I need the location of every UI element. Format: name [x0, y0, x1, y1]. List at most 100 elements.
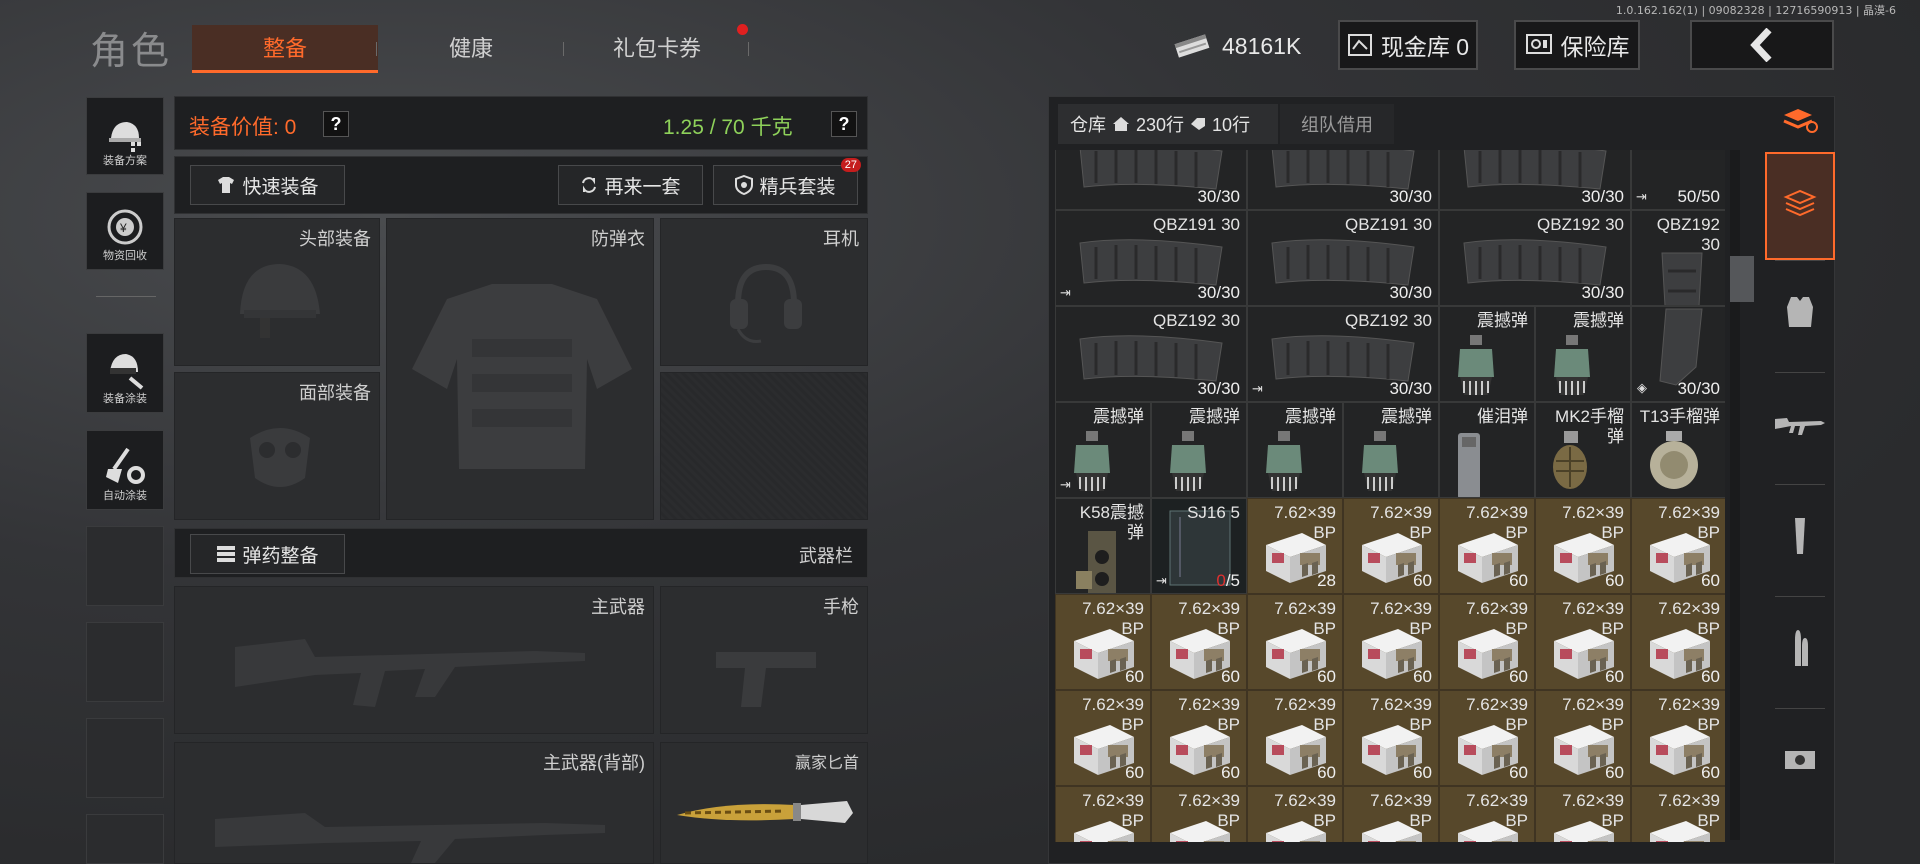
rifle-back-icon	[215, 813, 605, 863]
inventory-item[interactable]: 催泪弹	[1439, 402, 1535, 498]
item-count: 60	[1125, 667, 1144, 686]
inventory-item[interactable]: 7.62×39 BP 60	[1151, 594, 1247, 690]
inventory-item[interactable]: T13手榴弹	[1631, 402, 1725, 498]
safe-box-button[interactable]: 保险库	[1514, 20, 1640, 70]
inventory-item[interactable]: 7.62×39 BP 60	[1247, 690, 1343, 786]
category-tab-stack[interactable]	[1765, 152, 1835, 260]
inventory-item[interactable]: QBZ192 30 30/30	[1439, 210, 1631, 306]
value-help-button[interactable]: ?	[323, 111, 349, 137]
again-set-button[interactable]: 再来一套	[558, 165, 703, 205]
inventory-item[interactable]: 30/30	[1055, 150, 1247, 210]
tab-team-borrow[interactable]: 组队借用	[1280, 104, 1394, 144]
inventory-item[interactable]: 震撼弹	[1439, 306, 1535, 402]
category-tab-sight[interactable]	[1765, 710, 1835, 818]
quick-equip-button[interactable]: 快速装备	[190, 165, 345, 205]
inventory-item[interactable]: 7.62×39 BP 60	[1055, 690, 1151, 786]
melee-slot[interactable]: 赢家匕首	[660, 742, 868, 864]
inventory-item[interactable]: QBZ192 30 30/30 ⇥	[1247, 306, 1439, 402]
inventory-item[interactable]: 7.62×39 BP 60	[1055, 594, 1151, 690]
item-name: 震撼弹	[1573, 311, 1624, 330]
inventory-item[interactable]: 7.62×39 BP 60	[1247, 594, 1343, 690]
nav-empty-slot	[86, 718, 164, 798]
inventory-item[interactable]: 7.62×39 BP	[1055, 786, 1151, 842]
inventory-item[interactable]: 7.62×39 BP 60	[1535, 594, 1631, 690]
inventory-item[interactable]: 震撼弹	[1343, 402, 1439, 498]
inventory-item[interactable]: 7.62×39 BP 60	[1631, 594, 1725, 690]
inventory-item[interactable]: 7.62×39 BP 60	[1535, 690, 1631, 786]
scrollbar-track[interactable]	[1730, 150, 1740, 840]
primary-weapon-slot[interactable]: 主武器	[174, 586, 654, 734]
item-name: SJ16 5	[1187, 503, 1240, 522]
inventory-item[interactable]: 7.62×39 BP 60	[1439, 594, 1535, 690]
grenade-icon	[1550, 335, 1594, 401]
nav-equip-paint-label: 装备涂装	[103, 393, 147, 405]
inventory-item[interactable]: 7.62×39 BP 60	[1439, 690, 1535, 786]
nav-loadout-plan[interactable]: 装备方案	[86, 97, 164, 175]
inventory-item[interactable]: SJ16 5 0/5 ⇥	[1151, 498, 1247, 594]
nav-recycle[interactable]: ¥ 物资回收	[86, 192, 164, 270]
inventory-item[interactable]: 7.62×39 BP 60	[1439, 498, 1535, 594]
inventory-item[interactable]: 7.62×39 BP 60	[1631, 498, 1725, 594]
extract-icon: ⇥	[1636, 189, 1647, 204]
inventory-item[interactable]: 7.62×39 BP	[1151, 786, 1247, 842]
inventory-item[interactable]: 7.62×39 BP 60	[1535, 498, 1631, 594]
headset-slot[interactable]: 耳机	[660, 218, 868, 366]
rifle-icon	[235, 639, 585, 707]
primary-back-slot[interactable]: 主武器(背部)	[174, 742, 654, 864]
tab-equip[interactable]: 整备	[192, 25, 378, 73]
inventory-item[interactable]: 7.62×39 BP 60	[1631, 690, 1725, 786]
inventory-item[interactable]: 7.62×39 BP 60	[1343, 690, 1439, 786]
tab-health[interactable]: 健康	[378, 25, 564, 73]
inventory-item[interactable]: 7.62×39 BP 28	[1247, 498, 1343, 594]
inventory-item[interactable]: 震撼弹	[1535, 306, 1631, 402]
nav-equip-paint[interactable]: 装备涂装	[86, 333, 164, 413]
elite-set-button[interactable]: 精兵套装 27	[713, 158, 861, 205]
head-slot-label: 头部装备	[299, 229, 371, 249]
inventory-item[interactable]: 7.62×39 BP	[1535, 786, 1631, 842]
grenade-icon	[1358, 431, 1402, 497]
inventory-item[interactable]: 震撼弹	[1151, 402, 1247, 498]
armor-slot[interactable]: 防弹衣	[386, 218, 654, 520]
category-tab-magazine[interactable]	[1765, 486, 1835, 594]
inventory-item[interactable]: 7.62×39 BP 60	[1343, 498, 1439, 594]
inventory-item[interactable]: 7.62×39 BP	[1343, 786, 1439, 842]
magazine-icon	[1792, 517, 1808, 563]
locked-slot	[660, 372, 868, 520]
inventory-item[interactable]: 震撼弹 ⇥	[1055, 402, 1151, 498]
back-button[interactable]	[1690, 20, 1834, 70]
nav-auto-paint[interactable]: 自动涂装	[86, 430, 164, 510]
weight-help-button[interactable]: ?	[831, 111, 857, 137]
inventory-item[interactable]: 30/30	[1247, 150, 1439, 210]
inventory-item[interactable]: QBZ191 30 30/30	[1247, 210, 1439, 306]
inventory-item[interactable]: 50/50 ⇥	[1631, 150, 1725, 210]
category-tab-rifle[interactable]	[1765, 374, 1835, 482]
inventory-item[interactable]: QBZ192 30 30/30	[1055, 306, 1247, 402]
category-tab-bullet[interactable]	[1765, 598, 1835, 706]
category-tab-vest[interactable]	[1765, 262, 1835, 370]
inventory-item[interactable]: 7.62×39 BP 60	[1151, 690, 1247, 786]
ammo-prep-button[interactable]: 弹药整备	[190, 534, 345, 574]
inventory-item[interactable]: 7.62×39 BP	[1631, 786, 1725, 842]
inventory-item[interactable]: K58震撼 弹	[1055, 498, 1151, 594]
head-slot[interactable]: 头部装备	[174, 218, 380, 366]
inventory-item[interactable]: MK2手榴 弹	[1535, 402, 1631, 498]
inventory-item[interactable]: QBZ191 30 30/30 ⇥	[1055, 210, 1247, 306]
safe-box-label: 保险库	[1560, 34, 1630, 60]
face-slot[interactable]: 面部装备	[174, 372, 380, 520]
cash-vault-button[interactable]: 现金库 0	[1338, 20, 1478, 70]
tab-storage[interactable]: 仓库 230行 10行	[1058, 104, 1278, 144]
inventory-item[interactable]: 30/30	[1439, 150, 1631, 210]
pistol-slot[interactable]: 手枪	[660, 586, 868, 734]
inventory-item[interactable]: 7.62×39 BP	[1439, 786, 1535, 842]
inventory-item[interactable]: 震撼弹	[1247, 402, 1343, 498]
inventory-item[interactable]: 30/30 ◈	[1631, 306, 1725, 402]
loadout-header: 装备价值: 0 ? 1.25 / 70 千克 ?	[174, 96, 868, 150]
item-count: 60	[1413, 571, 1432, 590]
inventory-item[interactable]: QBZ192 30	[1631, 210, 1725, 306]
scrollbar-thumb[interactable]	[1730, 256, 1754, 302]
rifle-icon	[1775, 411, 1825, 445]
inventory-item[interactable]: 7.62×39 BP	[1247, 786, 1343, 842]
inventory-item[interactable]: 7.62×39 BP 60	[1343, 594, 1439, 690]
tab-gifts[interactable]: 礼包卡券	[564, 25, 750, 73]
category-tab-stack-refresh[interactable]	[1765, 104, 1835, 144]
